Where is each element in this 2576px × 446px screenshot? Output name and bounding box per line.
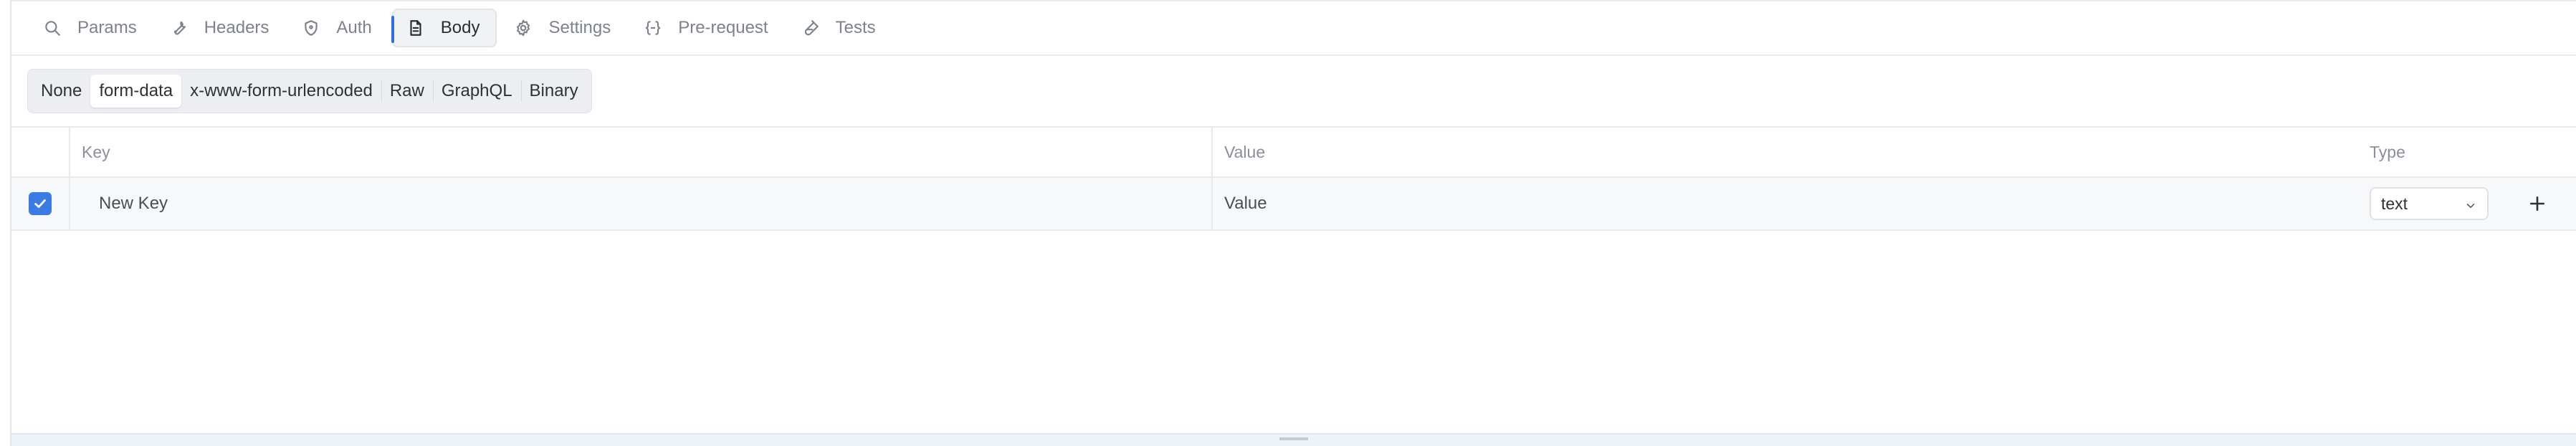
braces-icon: [644, 19, 662, 37]
wrench-icon: [170, 19, 189, 37]
row-action-cell: [2499, 178, 2576, 229]
header-key-cell: Key: [70, 128, 1213, 176]
body-type-urlencoded[interactable]: x-www-form-urlencoded: [181, 75, 381, 108]
tab-auth[interactable]: Auth: [289, 9, 387, 47]
document-icon: [406, 19, 425, 37]
tab-params[interactable]: Params: [30, 9, 153, 47]
flask-icon: [801, 19, 820, 37]
value-input[interactable]: [1213, 178, 2362, 229]
tab-pre-request[interactable]: Pre-request: [631, 9, 783, 47]
body-type-selector: None form-data x-www-form-urlencoded Raw…: [27, 69, 592, 113]
tab-label: Headers: [204, 18, 269, 37]
row-type-cell: text: [2362, 178, 2499, 229]
tab-label: Pre-request: [678, 18, 768, 37]
plus-icon: [2530, 196, 2544, 211]
tab-body[interactable]: Body: [391, 9, 497, 47]
tab-settings[interactable]: Settings: [501, 9, 626, 47]
table-row: text: [11, 178, 2576, 231]
row-key-cell: [70, 178, 1213, 229]
shield-icon: [302, 19, 320, 37]
tab-label: Auth: [336, 18, 372, 37]
search-icon: [43, 19, 62, 37]
panel-resize-handle[interactable]: [11, 433, 2576, 446]
tab-label: Body: [440, 18, 480, 37]
column-header-value: Value: [1224, 142, 1266, 161]
row-value-cell: [1213, 178, 2362, 229]
request-editor-panel: Params Headers Auth Body Settings Pre-re…: [10, 0, 2576, 446]
column-header-type: Type: [2370, 142, 2405, 161]
form-data-table: Key Value Type t: [11, 126, 2576, 231]
tab-label: Params: [77, 18, 137, 37]
table-header: Key Value Type: [11, 128, 2576, 178]
header-type-cell: Type: [2362, 128, 2499, 176]
header-check-cell: [11, 128, 70, 176]
body-type-form-data[interactable]: form-data: [90, 75, 182, 108]
body-type-graphql[interactable]: GraphQL: [432, 75, 521, 108]
column-header-key: Key: [82, 142, 110, 161]
row-check-cell: [11, 178, 70, 229]
add-row-button[interactable]: [2522, 188, 2553, 219]
tab-label: Tests: [835, 18, 876, 37]
tab-tests[interactable]: Tests: [788, 9, 892, 47]
body-type-binary[interactable]: Binary: [520, 75, 587, 108]
check-icon: [34, 199, 46, 208]
tab-headers[interactable]: Headers: [157, 9, 285, 47]
gear-icon: [514, 19, 533, 37]
body-type-none[interactable]: None: [32, 75, 90, 108]
header-value-cell: Value: [1213, 128, 2362, 176]
type-select[interactable]: text: [2370, 187, 2489, 220]
key-input[interactable]: [70, 178, 1211, 229]
type-select-value: text: [2381, 194, 2408, 213]
header-action-cell: [2499, 128, 2576, 176]
body-type-raw[interactable]: Raw: [381, 75, 433, 108]
request-tab-bar: Params Headers Auth Body Settings Pre-re…: [11, 0, 2576, 56]
row-enabled-checkbox[interactable]: [29, 192, 52, 215]
chevron-down-icon: [2464, 197, 2477, 210]
tab-label: Settings: [548, 18, 611, 37]
drag-grip-icon: [1279, 437, 1308, 440]
